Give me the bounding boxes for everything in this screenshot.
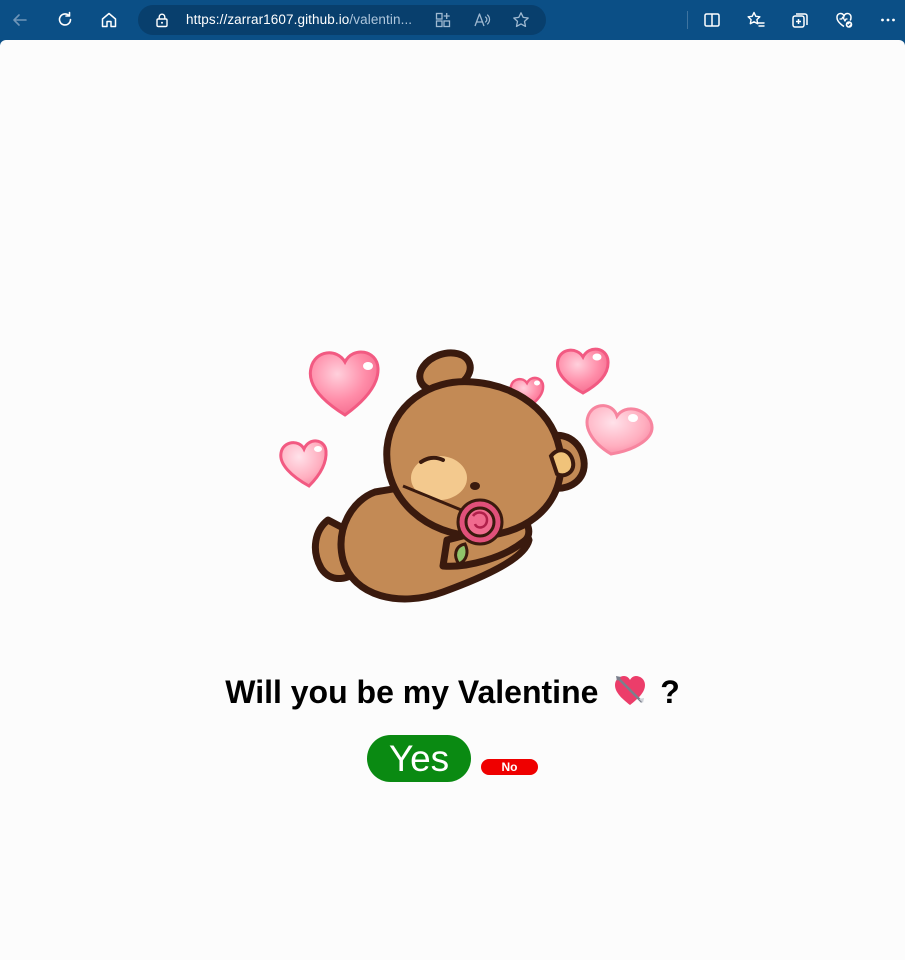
toolbar-separator <box>687 11 688 29</box>
valentine-question: Will you be my Valentine ? <box>0 674 905 711</box>
heart-small-left <box>279 439 328 488</box>
no-button[interactable]: No <box>481 759 538 775</box>
split-screen-icon[interactable] <box>698 6 726 34</box>
bear-with-rose-illustration <box>279 347 654 603</box>
lock-icon[interactable] <box>154 12 170 28</box>
favorites-icon[interactable] <box>742 6 770 34</box>
address-bar[interactable]: https://zarrar1607.github.io/valentin... <box>138 5 546 35</box>
heart-with-arrow-icon <box>615 676 646 705</box>
home-icon[interactable] <box>95 6 123 34</box>
collections-icon[interactable] <box>786 6 814 34</box>
page-viewport: Will you be my Valentine ? Yes No <box>0 40 905 960</box>
refresh-icon[interactable] <box>51 6 79 34</box>
browser-toolbar: https://zarrar1607.github.io/valentin... <box>0 0 905 40</box>
heart-large-right <box>585 404 654 456</box>
url-text[interactable]: https://zarrar1607.github.io/valentin... <box>186 12 412 27</box>
favorite-star-icon[interactable] <box>512 11 530 29</box>
question-mark: ? <box>660 674 680 710</box>
more-options-icon[interactable] <box>874 6 902 34</box>
browser-essentials-icon[interactable] <box>830 6 858 34</box>
back-icon[interactable] <box>6 6 34 34</box>
bear-nose <box>470 482 480 490</box>
heart-medium-right-top <box>555 347 610 395</box>
yes-button[interactable]: Yes <box>367 735 471 782</box>
heart-large-left <box>308 350 380 417</box>
bear-inner-ear <box>548 448 576 478</box>
read-aloud-icon[interactable] <box>473 11 491 29</box>
rose <box>456 498 504 546</box>
app-available-icon[interactable] <box>434 11 452 29</box>
question-text: Will you be my Valentine <box>225 674 599 710</box>
rose-leaf <box>454 542 469 566</box>
